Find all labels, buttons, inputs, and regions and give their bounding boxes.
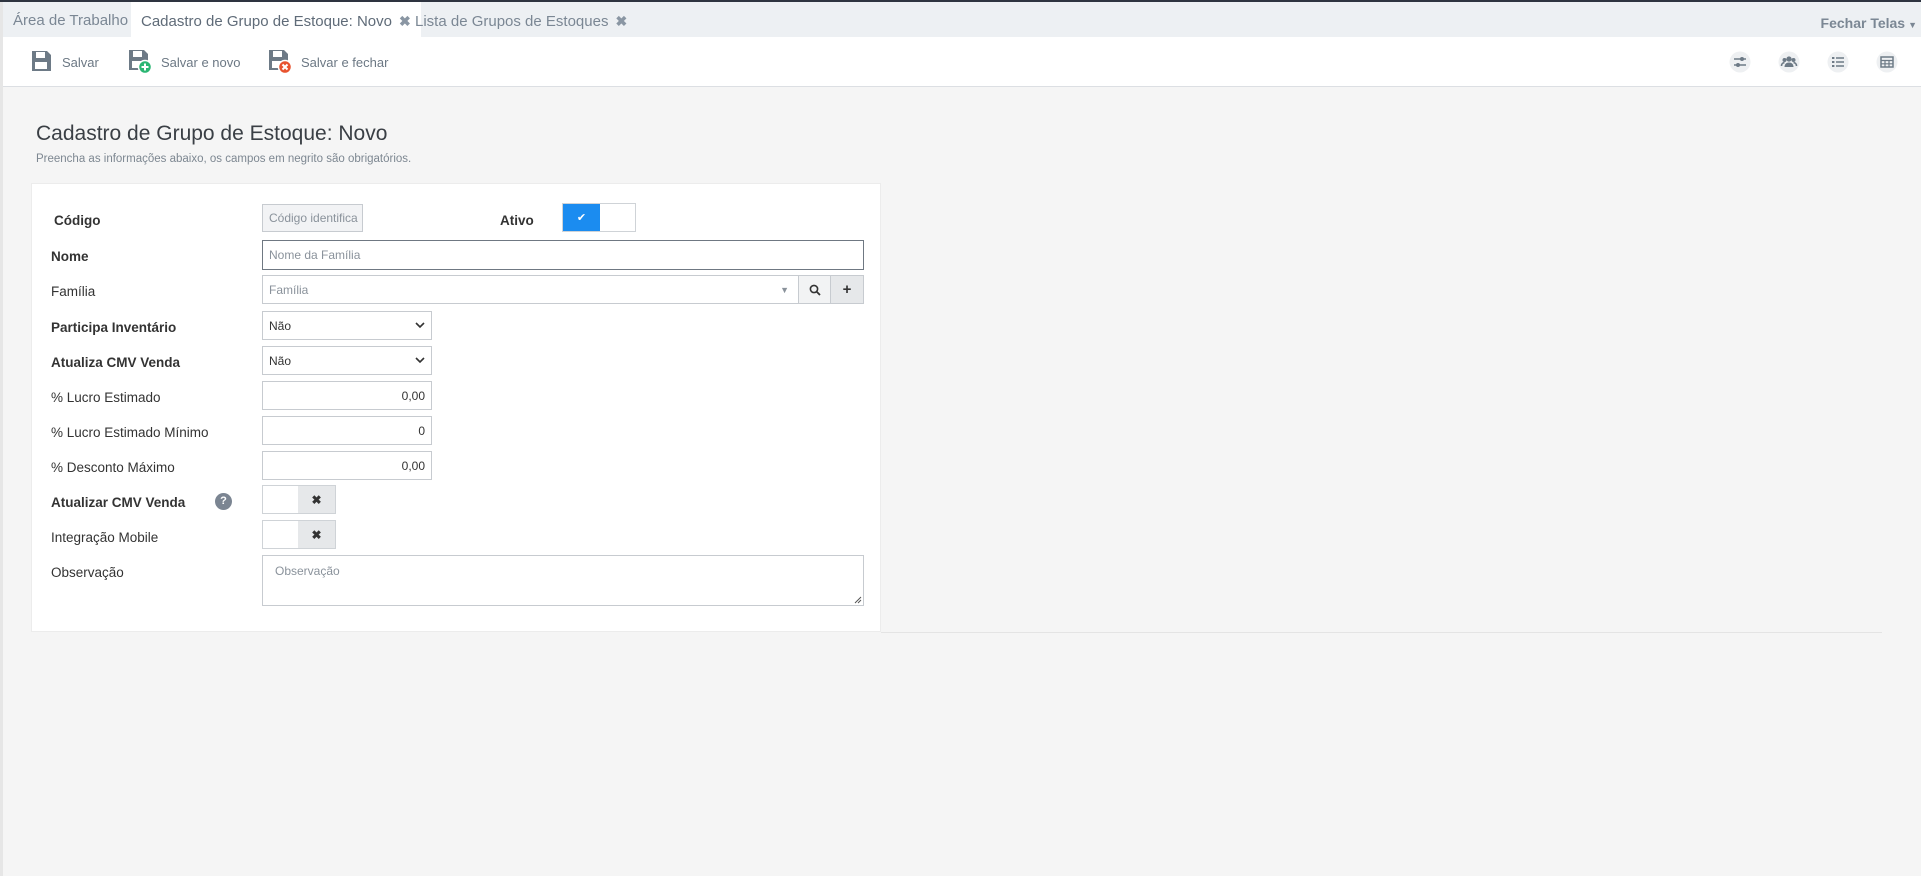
plus-icon: + bbox=[842, 281, 852, 298]
ativo-label: Ativo bbox=[500, 213, 534, 228]
tab-cadastro-grupo-estoque[interactable]: Cadastro de Grupo de Estoque: Novo ✖ bbox=[131, 2, 421, 37]
observacao-label: Observação bbox=[51, 565, 124, 580]
atualizar-cmv-venda-label: Atualizar CMV Venda bbox=[51, 495, 186, 510]
atualizar-cmv-venda-toggle[interactable]: ✖ bbox=[262, 485, 336, 514]
observacao-textarea[interactable]: Observação bbox=[262, 555, 864, 606]
close-icon: ✖ bbox=[298, 521, 335, 548]
desconto-maximo-input[interactable]: 0,00 bbox=[262, 451, 432, 480]
save-and-close-label: Salvar e fechar bbox=[301, 54, 389, 70]
chevron-down-icon bbox=[415, 357, 425, 364]
desconto-maximo-label: % Desconto Máximo bbox=[51, 460, 175, 475]
familia-add-button[interactable]: + bbox=[830, 275, 864, 304]
divider bbox=[881, 632, 1882, 633]
nome-placeholder: Nome da Família bbox=[269, 248, 361, 262]
floppy-disk-add-icon bbox=[126, 48, 153, 77]
page-subtitle: Preencha as informações abaixo, os campo… bbox=[36, 153, 412, 165]
participa-inventario-value: Não bbox=[269, 318, 292, 333]
integracao-mobile-toggle[interactable]: ✖ bbox=[262, 520, 336, 549]
integracao-mobile-label: Integração Mobile bbox=[51, 530, 159, 545]
floppy-disk-icon bbox=[29, 49, 53, 76]
desconto-maximo-value: 0,00 bbox=[401, 458, 425, 473]
lucro-estimado-value: 0,00 bbox=[401, 388, 425, 403]
check-icon: ✔ bbox=[563, 204, 600, 231]
tab-label: Lista de Grupos de Estoques bbox=[415, 13, 609, 30]
toolbar: Salvar Salvar e novo Salvar e fechar bbox=[3, 37, 1921, 87]
lucro-estimado-minimo-value: 0 bbox=[418, 423, 425, 438]
save-and-new-label: Salvar e novo bbox=[161, 54, 241, 70]
tab-bar: Área de Trabalho Cadastro de Grupo de Es… bbox=[3, 2, 1921, 37]
save-label: Salvar bbox=[62, 54, 99, 70]
codigo-placeholder: Código identifica bbox=[269, 211, 358, 225]
floppy-disk-close-icon bbox=[266, 48, 293, 77]
tab-area-de-trabalho[interactable]: Área de Trabalho bbox=[13, 2, 128, 37]
close-all-tabs-menu[interactable]: Fechar Telas ▼ bbox=[1821, 4, 1917, 39]
help-icon[interactable]: ? bbox=[215, 493, 232, 510]
nome-label: Nome bbox=[51, 249, 89, 264]
caret-down-icon: ▼ bbox=[1908, 20, 1917, 30]
form-card: Código Código identifica Ativo ✔ Nome No… bbox=[31, 183, 881, 632]
familia-label: Família bbox=[51, 284, 96, 299]
save-and-close-button[interactable]: Salvar e fechar bbox=[266, 47, 388, 77]
observacao-placeholder: Observação bbox=[275, 564, 340, 578]
lucro-estimado-label: % Lucro Estimado bbox=[51, 390, 161, 405]
tab-lista-grupos-estoques[interactable]: Lista de Grupos de Estoques ✖ bbox=[415, 2, 627, 37]
left-border bbox=[0, 2, 3, 876]
search-icon bbox=[809, 284, 821, 296]
participa-inventario-label: Participa Inventário bbox=[51, 320, 177, 335]
sliders-icon[interactable] bbox=[1727, 49, 1753, 75]
tab-label: Área de Trabalho bbox=[13, 12, 129, 29]
close-icon[interactable]: ✖ bbox=[399, 13, 411, 29]
tab-label: Cadastro de Grupo de Estoque: Novo bbox=[141, 13, 392, 30]
familia-search-button[interactable] bbox=[798, 275, 831, 304]
lucro-estimado-input[interactable]: 0,00 bbox=[262, 381, 432, 410]
participa-inventario-select[interactable]: Não bbox=[262, 311, 432, 340]
save-and-new-button[interactable]: Salvar e novo bbox=[126, 47, 241, 77]
page-title: Cadastro de Grupo de Estoque: Novo bbox=[36, 122, 388, 145]
atualiza-cmv-venda-label: Atualiza CMV Venda bbox=[51, 355, 181, 370]
nome-input[interactable]: Nome da Família bbox=[262, 240, 864, 270]
close-icon: ✖ bbox=[298, 486, 335, 513]
resize-handle-icon[interactable] bbox=[854, 596, 862, 604]
atualiza-cmv-venda-select[interactable]: Não bbox=[262, 346, 432, 375]
list-icon[interactable] bbox=[1825, 49, 1851, 75]
lucro-estimado-minimo-input[interactable]: 0 bbox=[262, 416, 432, 445]
chevron-down-icon bbox=[415, 322, 425, 329]
atualiza-cmv-venda-value: Não bbox=[269, 353, 292, 368]
familia-select[interactable]: Família ▼ bbox=[262, 275, 799, 304]
save-button[interactable]: Salvar bbox=[29, 47, 99, 77]
close-icon[interactable]: ✖ bbox=[615, 13, 627, 29]
users-icon[interactable] bbox=[1776, 49, 1802, 75]
lucro-estimado-minimo-label: % Lucro Estimado Mínimo bbox=[51, 425, 209, 440]
close-all-label: Fechar Telas bbox=[1820, 15, 1906, 31]
codigo-input[interactable]: Código identifica bbox=[262, 204, 363, 232]
caret-down-icon: ▼ bbox=[780, 284, 789, 295]
ativo-toggle[interactable]: ✔ bbox=[562, 203, 636, 232]
table-icon[interactable] bbox=[1874, 49, 1900, 75]
codigo-label: Código bbox=[54, 213, 101, 228]
familia-placeholder: Família bbox=[269, 282, 309, 297]
